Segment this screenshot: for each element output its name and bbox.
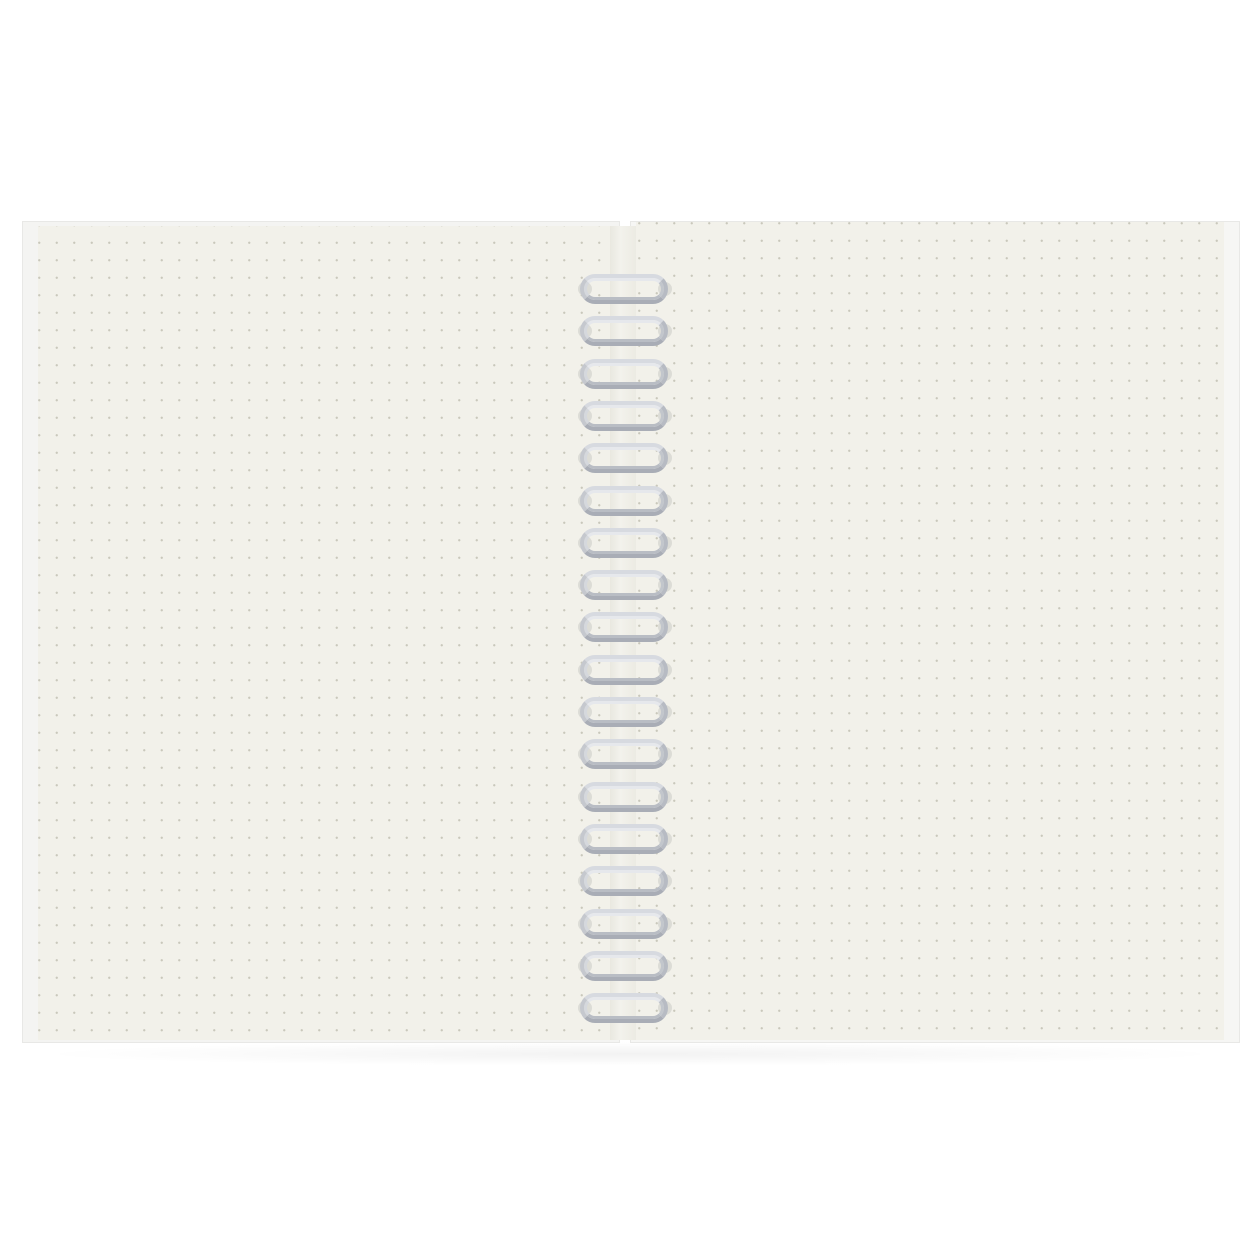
spiral-ring — [578, 612, 672, 643]
spiral-ring — [578, 274, 672, 304]
spiral-ring — [578, 654, 672, 685]
ring-wire-highlight — [584, 870, 664, 893]
spiral-ring — [578, 485, 672, 516]
spiral-ring — [578, 993, 672, 1024]
ring-wire-highlight — [584, 531, 664, 554]
ring-wire-highlight — [584, 362, 664, 385]
ring-wire-highlight — [584, 785, 664, 808]
ring-wire-highlight — [584, 320, 664, 343]
spiral-ring — [578, 866, 672, 897]
ring-wire-highlight — [584, 616, 664, 639]
right-page-dot-grid — [636, 222, 1224, 1040]
spiral-ring — [578, 908, 672, 939]
spiral-ring — [578, 781, 672, 812]
spiral-ring — [578, 950, 672, 981]
ring-wire-highlight — [584, 658, 664, 681]
ring-wire-highlight — [584, 574, 664, 597]
ring-wire-highlight — [584, 997, 664, 1020]
notebook-shadow — [30, 1042, 1230, 1066]
ring-wire-highlight — [584, 827, 664, 850]
spiral-ring — [578, 739, 672, 770]
spiral-ring — [578, 443, 672, 474]
notebook-photo — [0, 0, 1260, 1260]
ring-wire-highlight — [584, 278, 664, 300]
spiral-ring — [578, 316, 672, 347]
spiral-ring — [578, 823, 672, 854]
left-page-dot-grid — [38, 226, 610, 1040]
spiral-ring — [578, 400, 672, 431]
ring-wire-highlight — [584, 701, 664, 723]
ring-wire-highlight — [584, 447, 664, 470]
spiral-ring — [578, 358, 672, 389]
spiral-ring — [578, 570, 672, 601]
spiral-ring — [578, 697, 672, 727]
ring-wire-highlight — [584, 912, 664, 935]
ring-wire-highlight — [584, 954, 664, 977]
ring-wire-highlight — [584, 743, 664, 766]
ring-wire-highlight — [584, 404, 664, 427]
spiral-ring — [578, 527, 672, 558]
ring-wire-highlight — [584, 489, 664, 512]
